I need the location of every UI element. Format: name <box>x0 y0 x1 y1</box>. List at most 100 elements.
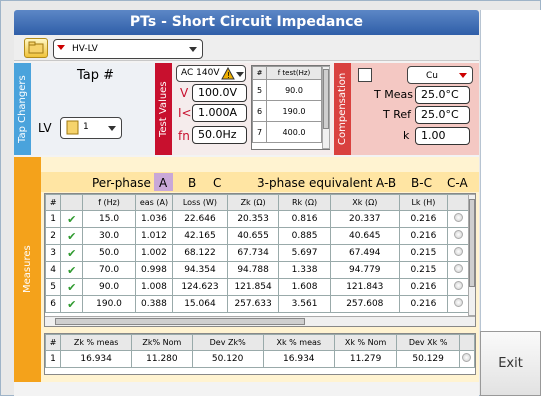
measures-v-scrollbar[interactable] <box>468 194 475 316</box>
table-cell: 67.734 <box>226 244 280 262</box>
warning-icon: ! <box>221 67 235 80</box>
phase-a-button[interactable]: A <box>159 176 167 190</box>
row-status-icon[interactable] <box>454 247 463 256</box>
i-label: I< <box>178 106 192 120</box>
table-row[interactable]: 4 ✔ 70.0 0.998 94.354 94.788 1.338 94.779 0.215 <box>45 261 470 279</box>
table-cell: 94.354 <box>172 261 228 279</box>
ftest-header-num: # <box>252 66 267 80</box>
col-header <box>447 194 470 211</box>
v-input[interactable]: 100.0V <box>192 84 247 102</box>
table-row[interactable]: 6 190.0 <box>252 100 322 122</box>
per-phase-label: Per-phase <box>92 176 151 190</box>
chevron-down-icon <box>236 72 244 77</box>
col-header: Loss (W) <box>172 194 228 211</box>
table-cell: 20.353 <box>226 210 280 228</box>
table-cell: 22.646 <box>172 210 228 228</box>
table-row[interactable]: 7 400.0 <box>252 121 322 143</box>
chevron-down-icon <box>459 73 467 78</box>
table-cell: 257.633 <box>226 295 280 313</box>
phase-c-button[interactable]: C <box>213 176 221 190</box>
row-status-icon[interactable] <box>454 298 463 307</box>
summary-cell <box>458 350 476 368</box>
ftest-header-freq: f test(Hz) <box>266 66 322 80</box>
ftest-cell: 5 <box>252 79 267 101</box>
summary-col-header: Zk % meas <box>60 334 133 351</box>
k-input[interactable]: 1.00 <box>415 127 470 145</box>
phase-ab-button[interactable]: A-B <box>376 176 396 190</box>
table-cell: 5.697 <box>278 244 331 262</box>
summary-col-header: Xk % meas <box>262 334 335 351</box>
row-check-cell: ✔ <box>60 210 84 228</box>
checkmark-icon: ✔ <box>67 229 77 243</box>
table-cell: 0.885 <box>278 227 331 245</box>
table-cell: 3.561 <box>278 295 331 313</box>
ftest-table: # f test(Hz) 5 90.0 6 190.0 7 400.0 <box>251 65 330 150</box>
row-number: 6 <box>45 295 62 313</box>
table-cell: 0.998 <box>134 261 174 279</box>
ftest-scrollbar[interactable] <box>322 66 330 149</box>
config-select[interactable]: HV-LV <box>53 39 203 59</box>
table-cell: 0.216 <box>398 295 449 313</box>
material-select[interactable]: Cu <box>407 66 473 84</box>
tmeas-input[interactable]: 25.0°C <box>415 86 470 104</box>
folder-button[interactable] <box>24 38 48 58</box>
table-cell: 0.215 <box>398 261 449 279</box>
checkmark-icon: ✔ <box>67 246 77 260</box>
table-row[interactable]: 1 16.934 11.280 50.120 16.934 11.279 50.… <box>44 350 476 368</box>
phase-bc-button[interactable]: B-C <box>411 176 432 190</box>
tap-select[interactable]: 1 <box>60 117 122 139</box>
table-cell: 1.012 <box>134 227 174 245</box>
measures-h-scrollbar[interactable] <box>45 316 475 326</box>
summary-col-header: # <box>44 334 62 351</box>
source-select-value: AC 140V <box>181 68 220 78</box>
summary-col-header: Zk% Nom <box>131 334 193 351</box>
row-check-cell: ✔ <box>60 261 84 279</box>
tref-input[interactable]: 25.0°C <box>415 106 470 124</box>
table-row[interactable]: 5 ✔ 90.0 1.008 124.623 121.854 1.608 121.843 0.2… <box>45 278 470 296</box>
summary-cell: 11.280 <box>131 350 193 368</box>
summary-cell: 11.279 <box>333 350 398 368</box>
fn-input[interactable]: 50.0Hz <box>192 126 247 144</box>
table-cell: 1.002 <box>134 244 174 262</box>
table-cell: 70.0 <box>82 261 136 279</box>
row-status-icon[interactable] <box>454 213 463 222</box>
row-check-cell: ✔ <box>60 295 84 313</box>
col-header: Lk (H) <box>398 194 449 211</box>
table-cell: 50.0 <box>82 244 136 262</box>
phase-b-button[interactable]: B <box>188 176 196 190</box>
checkmark-icon: ✔ <box>67 212 77 226</box>
dropdown-indicator-icon <box>57 45 65 50</box>
row-status-icon[interactable] <box>462 353 472 362</box>
row-status-icon[interactable] <box>454 264 463 273</box>
source-select[interactable]: AC 140V ! <box>176 65 246 82</box>
i-input[interactable]: 1.000A <box>192 104 247 122</box>
row-status-icon[interactable] <box>454 230 463 239</box>
summary-col-header: Dev Xk % <box>396 334 460 351</box>
col-header: f (Hz) <box>82 194 136 211</box>
table-row[interactable]: 1 ✔ 15.0 1.036 22.646 20.353 0.816 20.337 0.216 <box>45 210 470 228</box>
ftest-cell: 190.0 <box>266 100 322 122</box>
exit-button[interactable]: Exit <box>480 331 541 396</box>
col-header: Zk (Ω) <box>226 194 280 211</box>
tref-label: T Ref <box>383 108 412 121</box>
table-row[interactable]: 5 90.0 <box>252 79 322 101</box>
row-status-cell <box>447 261 470 279</box>
table-row[interactable]: 6 ✔ 190.0 0.388 15.064 257.633 3.561 257.608 0.2… <box>45 295 470 313</box>
compensation-tab: Compensation <box>334 63 351 155</box>
config-select-value: HV-LV <box>72 44 98 54</box>
compensation-checkbox[interactable] <box>358 68 372 82</box>
table-cell: 30.0 <box>82 227 136 245</box>
table-row[interactable]: 3 ✔ 50.0 1.002 68.122 67.734 5.697 67.494 0.215 <box>45 244 470 262</box>
row-status-cell <box>447 244 470 262</box>
col-header: # <box>45 194 62 211</box>
row-status-icon[interactable] <box>454 281 463 290</box>
tap-select-value: 1 <box>83 122 89 132</box>
row-number: 3 <box>45 244 62 262</box>
row-number: 4 <box>45 261 62 279</box>
table-cell: 1.338 <box>278 261 331 279</box>
chevron-down-icon <box>189 47 197 52</box>
phase-ca-button[interactable]: C-A <box>447 176 468 190</box>
table-row[interactable]: 2 ✔ 30.0 1.012 42.165 40.655 0.885 40.645 0.216 <box>45 227 470 245</box>
tap-title: Tap # <box>77 68 115 83</box>
table-cell: 0.216 <box>398 278 449 296</box>
